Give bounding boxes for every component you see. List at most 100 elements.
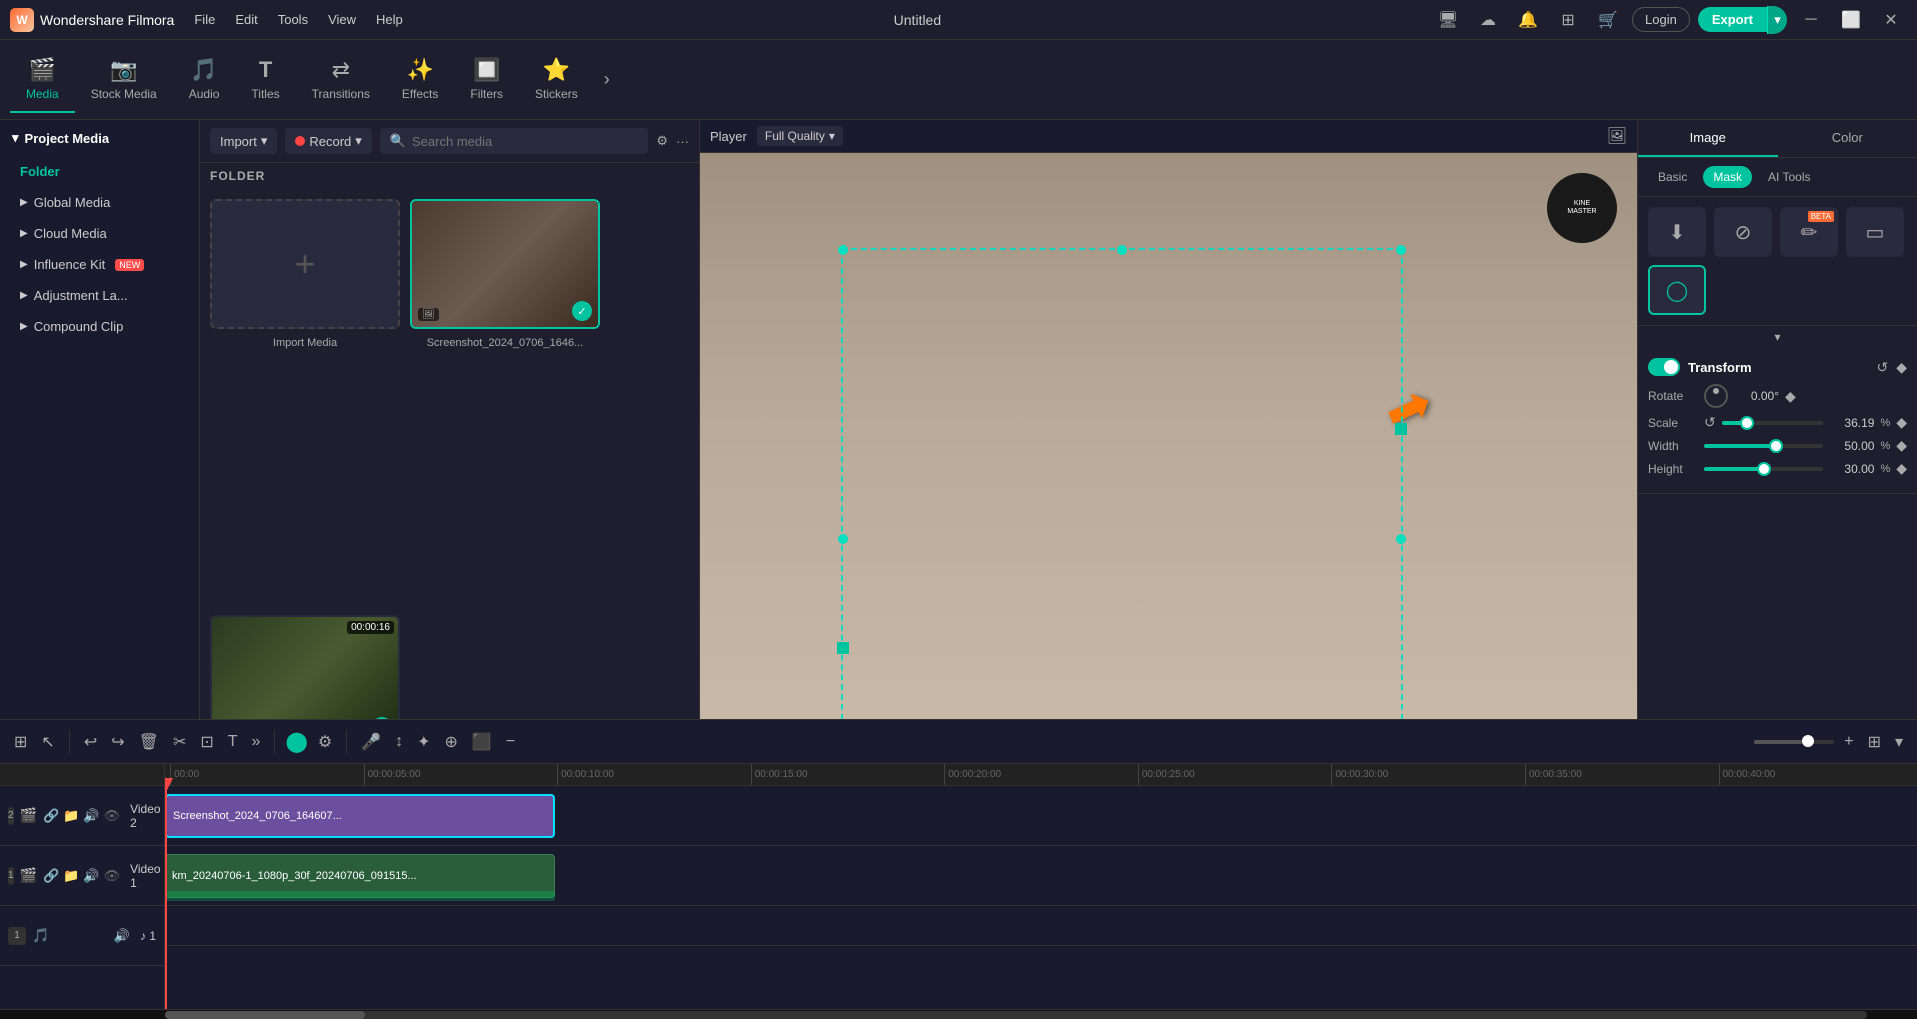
vol-icon-a[interactable]: 🔊 xyxy=(114,928,130,944)
tl-crop-icon[interactable]: ⊡ xyxy=(196,728,217,756)
lock-icon-v2[interactable]: 🔗 xyxy=(43,808,59,824)
menu-view[interactable]: View xyxy=(328,12,356,27)
sidebar-item-adjustment[interactable]: ▶ Adjustment La... xyxy=(0,280,199,311)
sidebar-item-influence-kit[interactable]: ▶ Influence Kit NEW xyxy=(0,249,199,280)
transform-keyframe-icon[interactable]: ◆ xyxy=(1896,359,1907,376)
tab-effects[interactable]: ✨ Effects xyxy=(386,47,454,113)
eye-icon-v2[interactable]: 👁 xyxy=(104,808,121,824)
scale-thumb[interactable] xyxy=(1740,416,1754,430)
tab-color[interactable]: Color xyxy=(1778,120,1917,157)
tl-group-icon[interactable]: ⊞ xyxy=(10,728,31,756)
height-thumb[interactable] xyxy=(1757,462,1771,476)
add-media-tile[interactable]: + xyxy=(210,199,400,329)
record-button[interactable]: Record ▾ xyxy=(285,128,371,154)
minimize-btn[interactable]: ─ xyxy=(1795,4,1827,36)
eye-icon-v1[interactable]: 👁 xyxy=(104,868,121,884)
preview-screenshot-icon[interactable]: 🖼 xyxy=(1607,126,1627,146)
rotate-circle[interactable] xyxy=(1704,384,1728,408)
menu-edit[interactable]: Edit xyxy=(235,12,257,27)
menu-tools[interactable]: Tools xyxy=(278,12,308,27)
monitor-icon-btn[interactable]: 🖥 xyxy=(1432,4,1464,36)
tab-media[interactable]: 🎬 Media xyxy=(10,47,75,113)
more-options-icon[interactable]: ··· xyxy=(676,134,689,149)
tl-zoom-minus[interactable]: − xyxy=(502,729,519,755)
width-slider[interactable] xyxy=(1704,444,1823,448)
folder-icon-v1[interactable]: 📁 xyxy=(63,868,79,884)
sidebar-item-global-media[interactable]: ▶ Global Media xyxy=(0,187,199,218)
mask-tool-download[interactable]: ⬇ xyxy=(1648,207,1706,257)
mask-tool-pen[interactable]: ✏ BETA xyxy=(1780,207,1838,257)
folder-icon-v2[interactable]: 📁 xyxy=(63,808,79,824)
transform-toggle[interactable] xyxy=(1648,358,1680,376)
tl-select-icon[interactable]: ↖ xyxy=(37,728,58,756)
tab-stock-media[interactable]: 📷 Stock Media xyxy=(75,47,173,113)
subtab-basic[interactable]: Basic xyxy=(1648,166,1697,188)
vol-icon-v2[interactable]: 🔊 xyxy=(83,808,99,824)
lock-icon-v1[interactable]: 🔗 xyxy=(43,868,59,884)
tl-mic-icon[interactable]: 🎤 xyxy=(357,728,385,756)
scale-slider[interactable] xyxy=(1722,421,1824,425)
timeline-scrollbar[interactable] xyxy=(0,1009,1917,1019)
rotate-keyframe-icon[interactable]: ◆ xyxy=(1785,388,1796,405)
transform-reset-icon[interactable]: ↺ xyxy=(1876,359,1888,376)
mask-tool-rect[interactable]: ▭ xyxy=(1846,207,1904,257)
tl-text-icon[interactable]: T xyxy=(224,729,242,755)
tl-effect2-icon[interactable]: ⊕ xyxy=(441,728,462,756)
grid-icon-btn[interactable]: ⊞ xyxy=(1552,4,1584,36)
mask-tool-oval[interactable]: ◯ xyxy=(1648,265,1706,315)
more-mask-btn[interactable]: ▾ xyxy=(1638,326,1917,348)
tl-grid-icon[interactable]: ⊞ xyxy=(1864,728,1885,756)
video-item-1[interactable]: 🖼 ✓ Screenshot_2024_0706_1646... xyxy=(410,199,600,605)
search-input[interactable] xyxy=(412,134,638,149)
cart-icon-btn[interactable]: 🛒 xyxy=(1592,4,1624,36)
tab-filters[interactable]: 🔲 Filters xyxy=(454,47,519,113)
height-slider[interactable] xyxy=(1704,467,1823,471)
upload-icon-btn[interactable]: ☁ xyxy=(1472,4,1504,36)
tl-zoom-plus[interactable]: + xyxy=(1840,729,1857,755)
tab-titles[interactable]: T Titles xyxy=(235,47,295,113)
sidebar-item-compound-clip[interactable]: ▶ Compound Clip xyxy=(0,311,199,342)
clip-video2[interactable]: Screenshot_2024_0706_164607... xyxy=(165,794,555,838)
tl-transition-icon[interactable]: ✦ xyxy=(413,728,434,756)
width-keyframe-icon[interactable]: ◆ xyxy=(1896,437,1907,454)
tab-transitions[interactable]: ⇄ Transitions xyxy=(296,47,386,113)
tl-screen-icon[interactable]: ⬛ xyxy=(468,728,496,756)
tl-undo-icon[interactable]: ↩ xyxy=(80,728,101,756)
vol-icon-v1[interactable]: 🔊 xyxy=(83,868,99,884)
import-media-item[interactable]: + Import Media xyxy=(210,199,400,605)
export-button[interactable]: Export xyxy=(1698,7,1767,32)
tab-audio[interactable]: 🎵 Audio xyxy=(173,47,236,113)
scale-reset-icon[interactable]: ↺ xyxy=(1704,414,1716,431)
tl-split-icon[interactable]: ↕ xyxy=(391,729,407,755)
export-dropdown-arrow[interactable]: ▾ xyxy=(1767,6,1787,34)
tl-redo-icon[interactable]: ↪ xyxy=(107,728,128,756)
filter-icon[interactable]: ⚙ xyxy=(656,133,668,149)
tl-cut-icon[interactable]: ✂ xyxy=(169,728,190,756)
tab-stickers[interactable]: ⭐ Stickers xyxy=(519,47,594,113)
tl-settings2-icon[interactable]: ⚙ xyxy=(314,728,336,756)
menu-help[interactable]: Help xyxy=(376,12,403,27)
sidebar-collapse-icon[interactable]: ▾ xyxy=(12,130,19,146)
tl-green-circle-btn[interactable]: ⬤ xyxy=(285,729,307,754)
sidebar-item-folder[interactable]: Folder xyxy=(0,156,199,187)
tab-image[interactable]: Image xyxy=(1638,120,1778,157)
notification-icon-btn[interactable]: 🔔 xyxy=(1512,4,1544,36)
sidebar-item-cloud-media[interactable]: ▶ Cloud Media xyxy=(0,218,199,249)
width-thumb[interactable] xyxy=(1769,439,1783,453)
login-button[interactable]: Login xyxy=(1632,7,1690,32)
maximize-btn[interactable]: ⬜ xyxy=(1835,4,1867,36)
subtab-mask[interactable]: Mask xyxy=(1703,166,1752,188)
zoom-slider[interactable] xyxy=(1754,740,1834,744)
search-box[interactable]: 🔍 xyxy=(380,128,649,154)
quality-select[interactable]: Full Quality ▾ xyxy=(757,126,843,146)
more-tabs-icon[interactable]: › xyxy=(594,59,620,100)
video-tile-1[interactable]: 🖼 ✓ xyxy=(410,199,600,329)
subtab-ai-tools[interactable]: AI Tools xyxy=(1758,166,1820,188)
close-btn[interactable]: ✕ xyxy=(1875,4,1907,36)
tl-delete-icon[interactable]: 🗑 xyxy=(135,728,163,756)
import-button[interactable]: Import ▾ xyxy=(210,128,277,154)
scrollbar-thumb[interactable] xyxy=(165,1011,365,1019)
height-keyframe-icon[interactable]: ◆ xyxy=(1896,460,1907,477)
tl-more-icon[interactable]: » xyxy=(248,729,265,755)
menu-file[interactable]: File xyxy=(194,12,215,27)
